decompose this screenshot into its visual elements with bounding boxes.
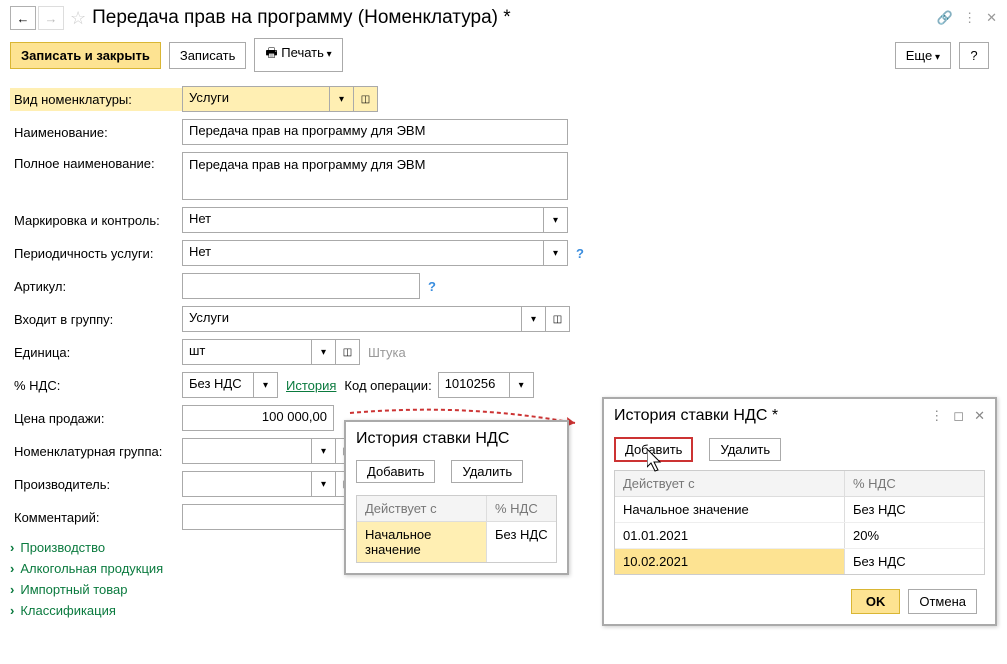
help-icon[interactable]: ?: [428, 279, 436, 294]
history-link[interactable]: История: [286, 378, 336, 393]
back-button[interactable]: ←: [10, 6, 36, 30]
name-input[interactable]: Передача прав на программу для ЭВМ: [182, 119, 568, 145]
save-close-button[interactable]: Записать и закрыть: [10, 42, 161, 69]
dropdown-icon[interactable]: ▾: [254, 372, 278, 398]
open-icon[interactable]: ◫: [354, 86, 378, 112]
more-button[interactable]: Еще: [895, 42, 951, 69]
popup-title: История ставки НДС *: [614, 407, 920, 425]
col-effective: Действует с: [357, 496, 487, 521]
cell-effective: 10.02.2021: [615, 549, 845, 574]
type-input[interactable]: Услуги: [182, 86, 330, 112]
add-button[interactable]: Добавить: [356, 460, 435, 483]
dropdown-icon[interactable]: ▾: [312, 438, 336, 464]
type-label: Вид номенклатуры:: [10, 88, 182, 111]
opcode-input[interactable]: 1010256: [438, 372, 510, 398]
cell-vat: Без НДС: [845, 549, 984, 574]
dropdown-icon[interactable]: ▾: [522, 306, 546, 332]
dropdown-icon[interactable]: ▾: [544, 207, 568, 233]
unit-hint: Штука: [368, 345, 406, 360]
nomgroup-label: Номенклатурная группа:: [10, 440, 182, 463]
period-label: Периодичность услуги:: [10, 242, 182, 265]
cancel-button[interactable]: Отмена: [908, 589, 977, 614]
dropdown-icon[interactable]: ▾: [544, 240, 568, 266]
table-row[interactable]: 01.01.2021 20%: [615, 523, 984, 549]
link-icon[interactable]: 🔗: [937, 10, 953, 26]
add-button[interactable]: Добавить: [614, 437, 693, 462]
vat-history-popup-small: История ставки НДС Добавить Удалить Дейс…: [344, 420, 569, 575]
name-label: Наименование:: [10, 121, 182, 144]
save-button[interactable]: Записать: [169, 42, 247, 69]
help-icon[interactable]: ?: [576, 246, 584, 261]
vat-history-popup-large: История ставки НДС * ⋮ ◻ ✕ Добавить Удал…: [602, 397, 997, 626]
cell-effective: 01.01.2021: [615, 523, 845, 548]
unit-input[interactable]: шт: [182, 339, 312, 365]
popup-title: История ставки НДС: [346, 422, 567, 456]
fullname-label: Полное наименование:: [10, 152, 182, 175]
col-effective: Действует с: [615, 471, 845, 496]
maximize-icon[interactable]: ◻: [953, 408, 964, 424]
close-icon[interactable]: ✕: [974, 408, 985, 424]
help-button[interactable]: ?: [959, 42, 989, 69]
dropdown-icon[interactable]: ▾: [312, 339, 336, 365]
close-icon[interactable]: ✕: [986, 10, 997, 26]
mfr-label: Производитель:: [10, 473, 182, 496]
comment-label: Комментарий:: [10, 506, 182, 529]
vat-input[interactable]: Без НДС: [182, 372, 254, 398]
window-header: ← → ☆ Передача прав на программу (Номенк…: [0, 0, 1007, 34]
price-input[interactable]: 100 000,00: [182, 405, 334, 431]
open-icon[interactable]: ◫: [546, 306, 570, 332]
fullname-input[interactable]: Передача прав на программу для ЭВМ: [182, 152, 568, 200]
group-label: Входит в группу:: [10, 308, 182, 331]
col-vat: % НДС: [845, 471, 984, 496]
col-vat: % НДС: [487, 496, 556, 521]
mfr-input[interactable]: [182, 471, 312, 497]
favorite-icon[interactable]: ☆: [70, 8, 86, 29]
page-title: Передача прав на программу (Номенклатура…: [92, 7, 511, 29]
opcode-label: Код операции:: [344, 378, 431, 393]
price-label: Цена продажи:: [10, 407, 182, 430]
ok-button[interactable]: OK: [851, 589, 901, 614]
kebab-icon[interactable]: ⋮: [963, 10, 976, 26]
cell-vat: Без НДС: [845, 497, 984, 522]
open-icon[interactable]: ◫: [336, 339, 360, 365]
dropdown-icon[interactable]: ▾: [510, 372, 534, 398]
mark-label: Маркировка и контроль:: [10, 209, 182, 232]
print-button[interactable]: 🖶 Печать: [254, 38, 342, 72]
toolbar: Записать и закрыть Записать 🖶 Печать Еще…: [0, 34, 1007, 80]
kebab-icon[interactable]: ⋮: [930, 408, 943, 424]
forward-button: →: [38, 6, 64, 30]
cell-effective: Начальное значение: [357, 522, 487, 562]
vat-label: % НДС:: [10, 374, 182, 397]
cell-vat: Без НДС: [487, 522, 556, 562]
cell-vat: 20%: [845, 523, 984, 548]
dropdown-icon[interactable]: ▾: [330, 86, 354, 112]
delete-button[interactable]: Удалить: [451, 460, 523, 483]
print-label: Печать: [281, 45, 324, 60]
unit-label: Единица:: [10, 341, 182, 364]
mark-input[interactable]: Нет: [182, 207, 544, 233]
table-row[interactable]: Начальное значение Без НДС: [357, 522, 556, 562]
history-table: Действует с % НДС Начальное значение Без…: [356, 495, 557, 563]
nomgroup-input[interactable]: [182, 438, 312, 464]
period-input[interactable]: Нет: [182, 240, 544, 266]
table-row[interactable]: Начальное значение Без НДС: [615, 497, 984, 523]
sku-label: Артикул:: [10, 275, 182, 298]
cell-effective: Начальное значение: [615, 497, 845, 522]
dropdown-icon[interactable]: ▾: [312, 471, 336, 497]
group-input[interactable]: Услуги: [182, 306, 522, 332]
sku-input[interactable]: [182, 273, 420, 299]
delete-button[interactable]: Удалить: [709, 438, 781, 461]
table-row[interactable]: 10.02.2021 Без НДС: [615, 549, 984, 574]
history-table: Действует с % НДС Начальное значение Без…: [614, 470, 985, 575]
